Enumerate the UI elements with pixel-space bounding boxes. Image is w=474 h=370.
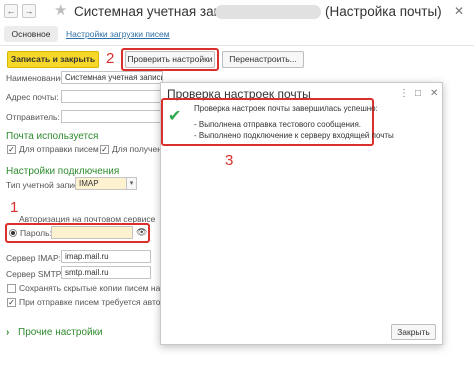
sender-label: Отправитель: xyxy=(6,112,60,122)
annotation-step-3: 3 xyxy=(225,152,234,169)
save-copies-label: Сохранять скрытые копии писем на это xyxy=(19,283,176,293)
address-label: Адрес почты: xyxy=(6,92,59,102)
reconfigure-button[interactable]: Перенастроить... xyxy=(222,51,304,68)
dialog-close-button[interactable]: Закрыть xyxy=(391,324,436,340)
dialog-menu-icon[interactable]: ⋮ xyxy=(399,88,409,99)
back-button[interactable]: ← xyxy=(4,4,18,18)
result-line-1: - Выполнена отправка тестового сообщения… xyxy=(194,120,361,129)
dialog-maximize-icon[interactable]: □ xyxy=(415,88,421,99)
auth-required-label: При отправке писем требуется авторизац xyxy=(19,297,184,307)
window-title-suffix: (Настройка почты) xyxy=(325,4,442,19)
dialog-close-icon[interactable]: ✕ xyxy=(430,88,438,99)
success-check-icon: ✔ xyxy=(168,108,182,125)
address-field[interactable] xyxy=(61,90,161,103)
check-settings-button[interactable]: Проверить настройки xyxy=(125,51,215,68)
checkmark-icon: ✓ xyxy=(8,145,15,154)
mail-used-heading: Почта используется xyxy=(6,131,99,142)
password-radio[interactable] xyxy=(9,229,17,237)
sender-field[interactable] xyxy=(61,110,161,123)
chevron-down-icon[interactable]: ▾ xyxy=(127,177,137,190)
other-settings-link[interactable]: Прочие настройки xyxy=(18,326,103,339)
save-close-button[interactable]: Записать и закрыть xyxy=(7,51,99,68)
auth-required-checkbox[interactable]: ✓ xyxy=(7,298,16,307)
save-copies-checkbox[interactable] xyxy=(7,284,16,293)
redacted-email-blur xyxy=(215,5,321,19)
check-settings-dialog: Проверка настроек почты ⋮ □ ✕ ✔ Проверка… xyxy=(160,82,443,345)
tab-download-settings[interactable]: Настройки загрузки писем xyxy=(66,26,170,42)
imap-label: Сервер IMAP: xyxy=(6,253,61,263)
for-sending-label: Для отправки писем xyxy=(19,144,99,154)
checkmark-icon: ✓ xyxy=(101,145,108,154)
tabs-divider xyxy=(0,45,474,46)
password-field[interactable] xyxy=(51,226,133,239)
result-line-2: - Выполнено подключение к серверу входящ… xyxy=(194,131,394,140)
checkmark-icon: ✓ xyxy=(8,298,15,307)
arrow-left-icon: ← xyxy=(6,6,16,16)
other-settings-chevron-icon[interactable]: › xyxy=(6,326,9,339)
forward-button[interactable]: → xyxy=(22,4,36,18)
smtp-field[interactable]: smtp.mail.ru xyxy=(61,266,151,279)
account-type-label: Тип учетной записи: xyxy=(6,180,86,190)
window-close-icon[interactable]: ✕ xyxy=(454,4,464,18)
for-receiving-checkbox[interactable]: ✓ xyxy=(100,145,109,154)
annotation-step-1: 1 xyxy=(10,199,19,216)
account-type-select[interactable]: IMAP xyxy=(75,177,127,190)
password-label: Пароль: xyxy=(20,228,52,238)
annotation-step-2: 2 xyxy=(106,50,115,67)
smtp-label: Сервер SMTP: xyxy=(6,269,64,279)
tab-main[interactable]: Основное xyxy=(4,26,58,42)
imap-field[interactable]: imap.mail.ru xyxy=(61,250,151,263)
name-field[interactable]: Системная учетная запись xyxy=(61,71,163,84)
success-message: Проверка настроек почты завершилась успе… xyxy=(194,104,378,113)
for-sending-checkbox[interactable]: ✓ xyxy=(7,145,16,154)
arrow-right-icon: → xyxy=(24,6,34,16)
window-titlebar: ← → ★ Системная учетная запись (Настройк… xyxy=(0,0,474,24)
name-label: Наименование: xyxy=(6,73,68,83)
favorite-star-icon[interactable]: ★ xyxy=(54,2,67,20)
eye-icon[interactable]: 👁 xyxy=(136,226,147,239)
